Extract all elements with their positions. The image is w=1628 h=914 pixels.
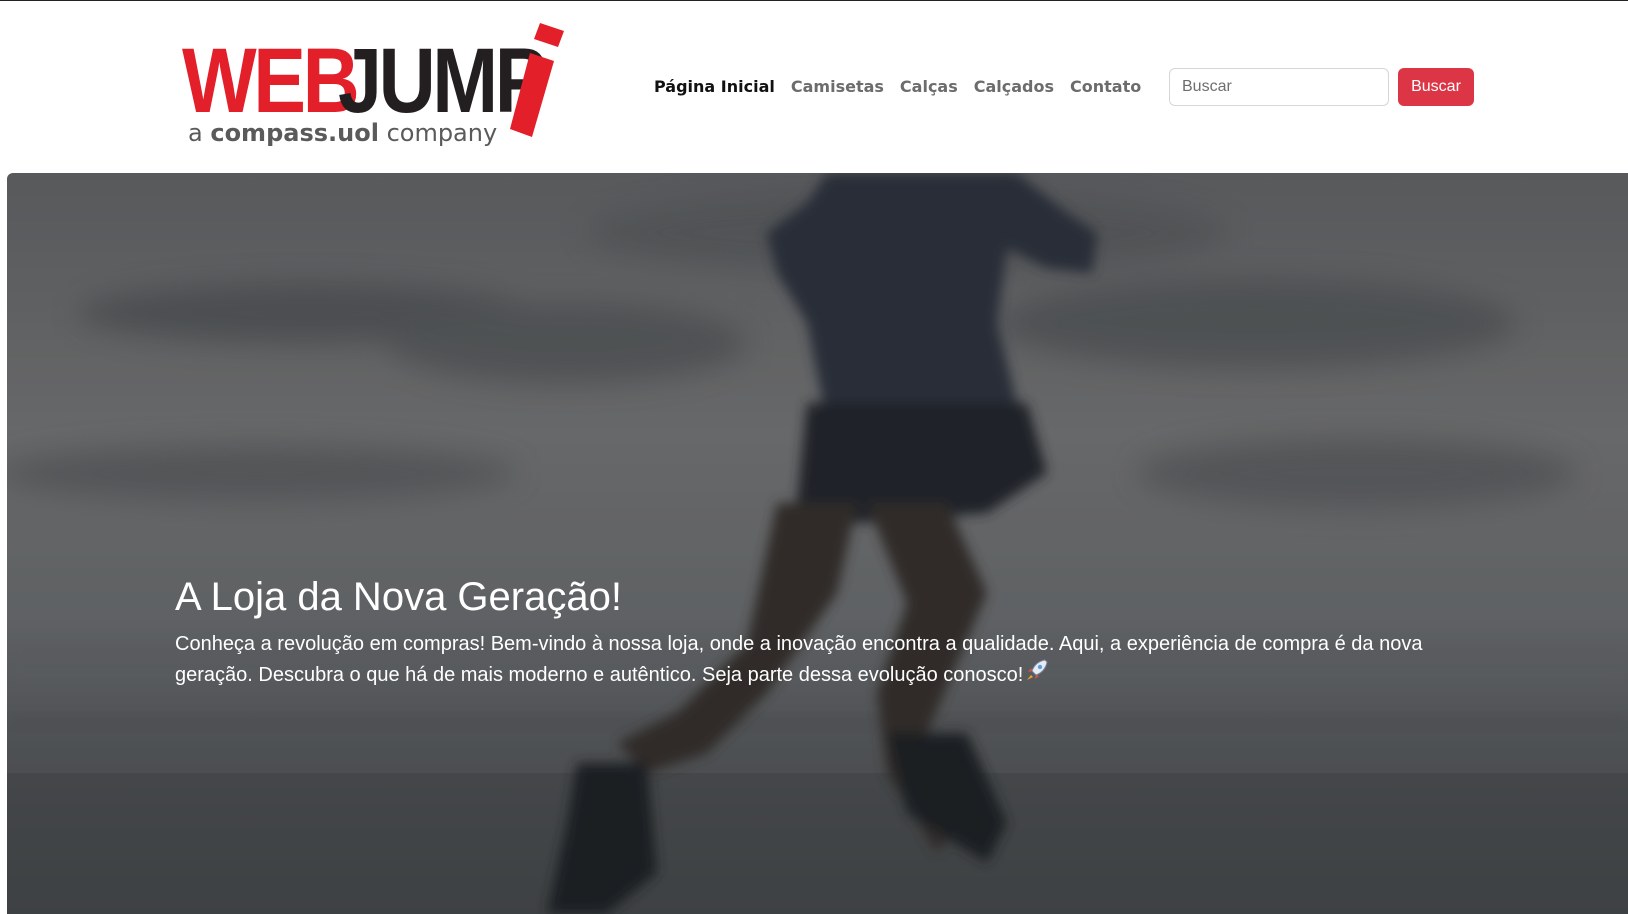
- runner-beach-background-image: [7, 173, 1628, 914]
- hero-banner: A Loja da Nova Geração! Conheça a revolu…: [7, 173, 1628, 914]
- tagline-suffix: company: [378, 119, 498, 147]
- tagline-bold: compass.uol: [210, 119, 379, 147]
- nav-item-pagina-inicial[interactable]: Página Inicial: [646, 74, 783, 104]
- site-header: WEB JUMP a compass.uol company Página In…: [0, 1, 1628, 173]
- search-input[interactable]: [1169, 68, 1389, 106]
- logo-tagline: a compass.uol company: [188, 119, 497, 147]
- main-nav: Página Inicial Camisetas Calças Calçados…: [646, 74, 1149, 104]
- hero-description-text: Conheça a revolução em compras! Bem-vind…: [175, 633, 1423, 686]
- nav-item-contato[interactable]: Contato: [1062, 74, 1149, 104]
- nav-item-calcados[interactable]: Calçados: [966, 74, 1062, 104]
- nav-item-calcas[interactable]: Calças: [892, 74, 966, 104]
- tagline-prefix: a: [188, 119, 211, 147]
- search-button[interactable]: Buscar: [1398, 68, 1474, 106]
- hero-title: A Loja da Nova Geração!: [175, 575, 622, 619]
- hero-description: Conheça a revolução em compras! Bem-vind…: [175, 629, 1445, 690]
- rocket-icon: [1025, 659, 1049, 690]
- logo-i-mark-icon: [510, 23, 564, 137]
- webjump-logo[interactable]: WEB JUMP a compass.uol company: [182, 21, 582, 161]
- logo-word-web: WEB: [182, 30, 360, 132]
- nav-item-camisetas[interactable]: Camisetas: [783, 74, 892, 104]
